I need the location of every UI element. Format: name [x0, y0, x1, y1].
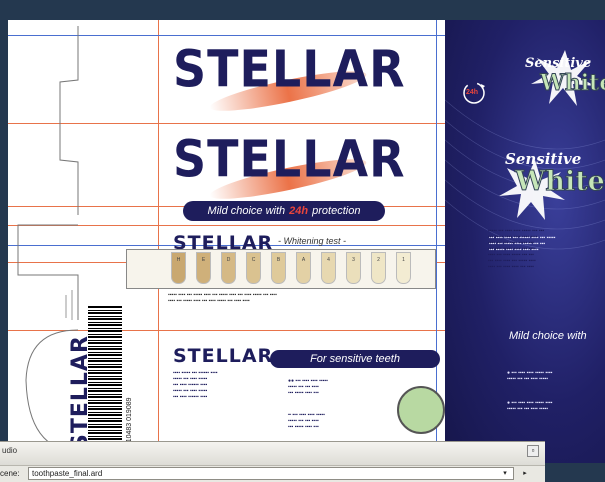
shade-chip: 2 [371, 252, 386, 284]
shade-chip-label: D [226, 257, 231, 263]
shade-chip: 4 [321, 252, 336, 284]
white-label-top: White [539, 70, 605, 97]
badge-24h-label: 24h [466, 89, 479, 96]
chevron-down-icon[interactable]: ▾ [498, 468, 512, 479]
close-icon[interactable]: ▫ [527, 445, 539, 457]
brand-logo-top: STELLAR [173, 39, 406, 99]
white-label-mid: White [515, 166, 605, 198]
bullet-text-1: ● ▪▪▪ ▪▪▪▪ ▪▪▪▪ ▪▪▪▪▪ ▪▪▪▪ ▪▪▪▪▪ ▪▪▪ ▪▪▪ … [507, 370, 553, 382]
shade-chip-label: 2 [377, 257, 380, 263]
shade-instructions: ▪▪▪▪▪ ▪▪▪▪ ▪▪▪ ▪▪▪▪▪ ▪▪▪▪ ▪▪▪ ▪▪▪▪▪ ▪▪▪▪… [168, 292, 277, 304]
tagline-prefix: Mild choice with [207, 205, 286, 217]
shade-chip-label: E [201, 257, 206, 263]
tagline-suffix: protection [312, 205, 361, 217]
description-text: ▪▪▪▪ ▪▪▪▪▪ ▪▪▪ ▪▪▪▪▪▪ ▪▪▪▪ ▪▪▪▪▪ ▪▪▪ ▪▪▪▪… [173, 370, 218, 400]
design-canvas[interactable]: Sensitive White Sensitive White 24h ▪▪▪ … [0, 0, 605, 482]
tagline-pill: Mild choice with 24h protection [183, 201, 385, 221]
scene-input[interactable]: toothpaste_final.ard [28, 467, 514, 480]
shade-chip: 1 [396, 252, 411, 284]
shade-chip: A [296, 252, 311, 284]
shade-chip-label: C [251, 257, 256, 263]
right-tagline: Mild choice with [509, 330, 587, 342]
green-dot-graphic [397, 386, 445, 434]
shade-guide-strip: H E D C B A 4 3 2 1 [126, 249, 436, 289]
studio-panel-header: udio ▫ [0, 441, 545, 465]
whitening-test-label: - Whitening test - [278, 236, 347, 246]
shade-chip-label: 4 [327, 257, 330, 263]
brand-logo-bottom: STELLAR [173, 345, 274, 367]
shade-chip: D [221, 252, 236, 284]
guide-line [158, 20, 159, 463]
sensitive-label-top: Sensitive [525, 56, 592, 71]
shade-chip: E [196, 252, 211, 284]
barcode [88, 305, 122, 455]
brand-logo-mid: STELLAR [173, 129, 406, 189]
shade-chip: B [271, 252, 286, 284]
studio-panel-title: udio [2, 446, 18, 455]
play-right-icon[interactable]: ▸ [518, 467, 532, 480]
shade-chip-label: 3 [352, 257, 355, 263]
bullet-text-left-2: ━ ▪▪▪ ▪▪▪▪ ▪▪▪▪ ▪▪▪▪▪ ▪▪▪▪▪ ▪▪▪ ▪▪▪ ▪▪▪▪ ▪… [288, 412, 325, 430]
bullet-text-left-1: ●● ▪▪▪ ▪▪▪▪ ▪▪▪▪ ▪▪▪▪▪ ▪▪▪▪▪ ▪▪▪ ▪▪▪ ▪▪▪▪… [288, 378, 328, 396]
shade-chip-label: 1 [402, 257, 405, 263]
sensitive-teeth-text: For sensitive teeth [310, 353, 400, 365]
shade-chip: 3 [346, 252, 361, 284]
tagline-highlight: 24h [289, 205, 309, 217]
shade-chip-label: A [301, 257, 306, 263]
shade-chip-label: B [276, 257, 281, 263]
sensitive-teeth-pill: For sensitive teeth [270, 350, 440, 368]
bullet-text-2: ● ▪▪▪ ▪▪▪▪ ▪▪▪▪ ▪▪▪▪▪ ▪▪▪▪ ▪▪▪▪▪ ▪▪▪ ▪▪▪ … [507, 400, 553, 412]
shade-chip-label: H [176, 257, 181, 263]
shade-chip: C [246, 252, 261, 284]
scene-label: cene: [0, 469, 20, 478]
toothpaste-box-artboard[interactable]: Sensitive White Sensitive White 24h ▪▪▪ … [8, 20, 605, 463]
ingredients-text: ▪▪▪▪▪ ▪▪▪ ▪▪▪▪ ▪▪▪▪ ▪▪▪▪▪ ▪▪▪ ▪▪▪ ▪▪▪ ▪▪▪… [488, 228, 545, 270]
shade-chip: H [171, 252, 186, 284]
